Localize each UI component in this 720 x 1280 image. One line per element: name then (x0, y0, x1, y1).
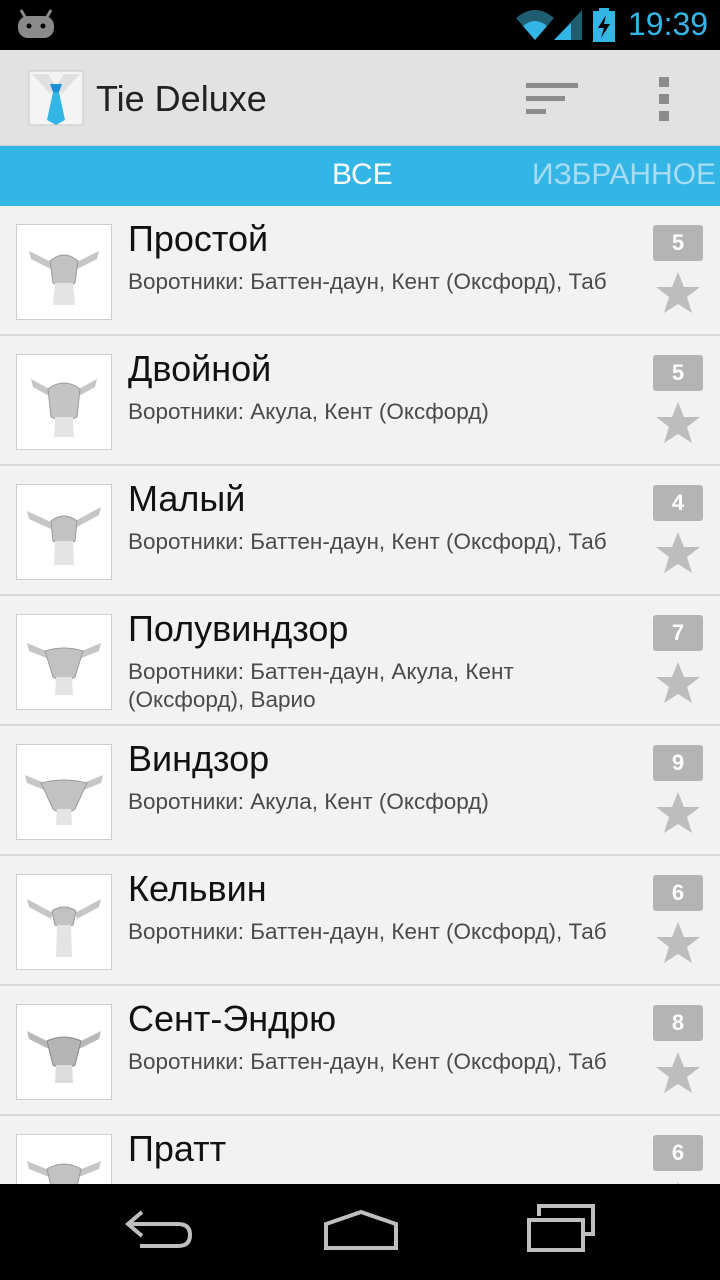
list-item[interactable]: Сент-Эндрю Воротники: Баттен-даун, Кент … (0, 986, 720, 1116)
favorite-star-icon[interactable] (654, 1050, 702, 1096)
favorite-star-icon[interactable] (654, 920, 702, 966)
knot-collars: Воротники: Баттен-даун, Кент (Оксфорд), … (128, 269, 607, 294)
overflow-menu-button[interactable] (640, 72, 690, 126)
tab-bar: ВСЕ ИЗБРАННОЕ (0, 146, 720, 206)
tab-favorites[interactable]: ИЗБРАННОЕ (532, 158, 716, 192)
difficulty-badge: 5 (653, 225, 703, 261)
list-item[interactable]: Двойной Воротники: Акула, Кент (Оксфорд)… (0, 336, 720, 466)
knot-thumbnail (16, 744, 112, 840)
knot-collars: Воротники: Акула, Кент (Оксфорд) (128, 789, 489, 814)
favorite-star-icon[interactable] (654, 790, 702, 836)
difficulty-badge: 5 (653, 355, 703, 391)
knot-name: Двойной (128, 348, 272, 389)
knot-name: Кельвин (128, 868, 267, 909)
status-bar: 19:39 (0, 0, 720, 50)
home-icon[interactable] (322, 1204, 400, 1254)
knot-collars: Воротники: Баттен-даун, Кент (Оксфорд), … (128, 529, 607, 554)
app-title: Tie Deluxe (96, 78, 267, 119)
list-item[interactable]: Малый Воротники: Баттен-даун, Кент (Оксф… (0, 466, 720, 596)
knot-name: Виндзор (128, 738, 270, 779)
list-item[interactable]: Полувиндзор Воротники: Баттен-даун, Акул… (0, 596, 720, 726)
recents-icon[interactable] (525, 1202, 597, 1256)
list-item[interactable]: Кельвин Воротники: Баттен-даун, Кент (Ок… (0, 856, 720, 986)
navigation-bar (0, 1184, 720, 1280)
list-item[interactable]: Простой Воротники: Баттен-даун, Кент (Ок… (0, 206, 720, 336)
knot-thumbnail (16, 874, 112, 970)
knot-thumbnail (16, 614, 112, 710)
sort-button[interactable] (510, 72, 594, 126)
knot-thumbnail (16, 1134, 112, 1184)
app-tie-icon[interactable] (28, 70, 84, 126)
difficulty-badge: 9 (653, 745, 703, 781)
difficulty-badge: 6 (653, 875, 703, 911)
clock: 19:39 (628, 6, 709, 42)
favorite-star-icon[interactable] (654, 270, 702, 316)
favorite-star-icon[interactable] (654, 530, 702, 576)
difficulty-badge: 7 (653, 615, 703, 651)
knot-name: Сент-Эндрю (128, 998, 337, 1039)
knot-thumbnail (16, 354, 112, 450)
knot-list[interactable]: Простой Воротники: Баттен-даун, Кент (Ок… (0, 206, 720, 1184)
knot-name: Полувиндзор (128, 608, 349, 649)
knot-collars: Воротники: Баттен-даун, Акула, Кент (Окс… (128, 659, 514, 712)
favorite-star-icon[interactable] (654, 660, 702, 706)
android-icon (18, 9, 54, 38)
difficulty-badge: 6 (653, 1135, 703, 1171)
difficulty-badge: 8 (653, 1005, 703, 1041)
favorite-star-icon[interactable] (654, 400, 702, 446)
knot-name: Пратт (128, 1128, 227, 1169)
sort-icon (526, 83, 578, 114)
battery-charging-icon (593, 8, 615, 42)
wifi-icon (516, 10, 554, 40)
knot-collars: Воротники: Баттен-даун, Кент (Оксфорд), … (128, 1049, 607, 1074)
knot-thumbnail (16, 1004, 112, 1100)
knot-name: Малый (128, 478, 246, 519)
knot-collars: Воротники: Баттен-даун, Кент (Оксфорд), … (128, 919, 607, 944)
knot-name: Простой (128, 218, 269, 259)
list-item[interactable]: Пратт 6 (0, 1116, 720, 1184)
tab-all[interactable]: ВСЕ (332, 158, 393, 192)
knot-thumbnail (16, 224, 112, 320)
knot-collars: Воротники: Акула, Кент (Оксфорд) (128, 399, 489, 424)
list-item[interactable]: Виндзор Воротники: Акула, Кент (Оксфорд)… (0, 726, 720, 856)
knot-thumbnail (16, 484, 112, 580)
back-icon[interactable] (122, 1204, 198, 1254)
signal-icon (554, 10, 582, 40)
action-bar: Tie Deluxe (0, 50, 720, 146)
overflow-menu-icon (659, 77, 669, 121)
difficulty-badge: 4 (653, 485, 703, 521)
